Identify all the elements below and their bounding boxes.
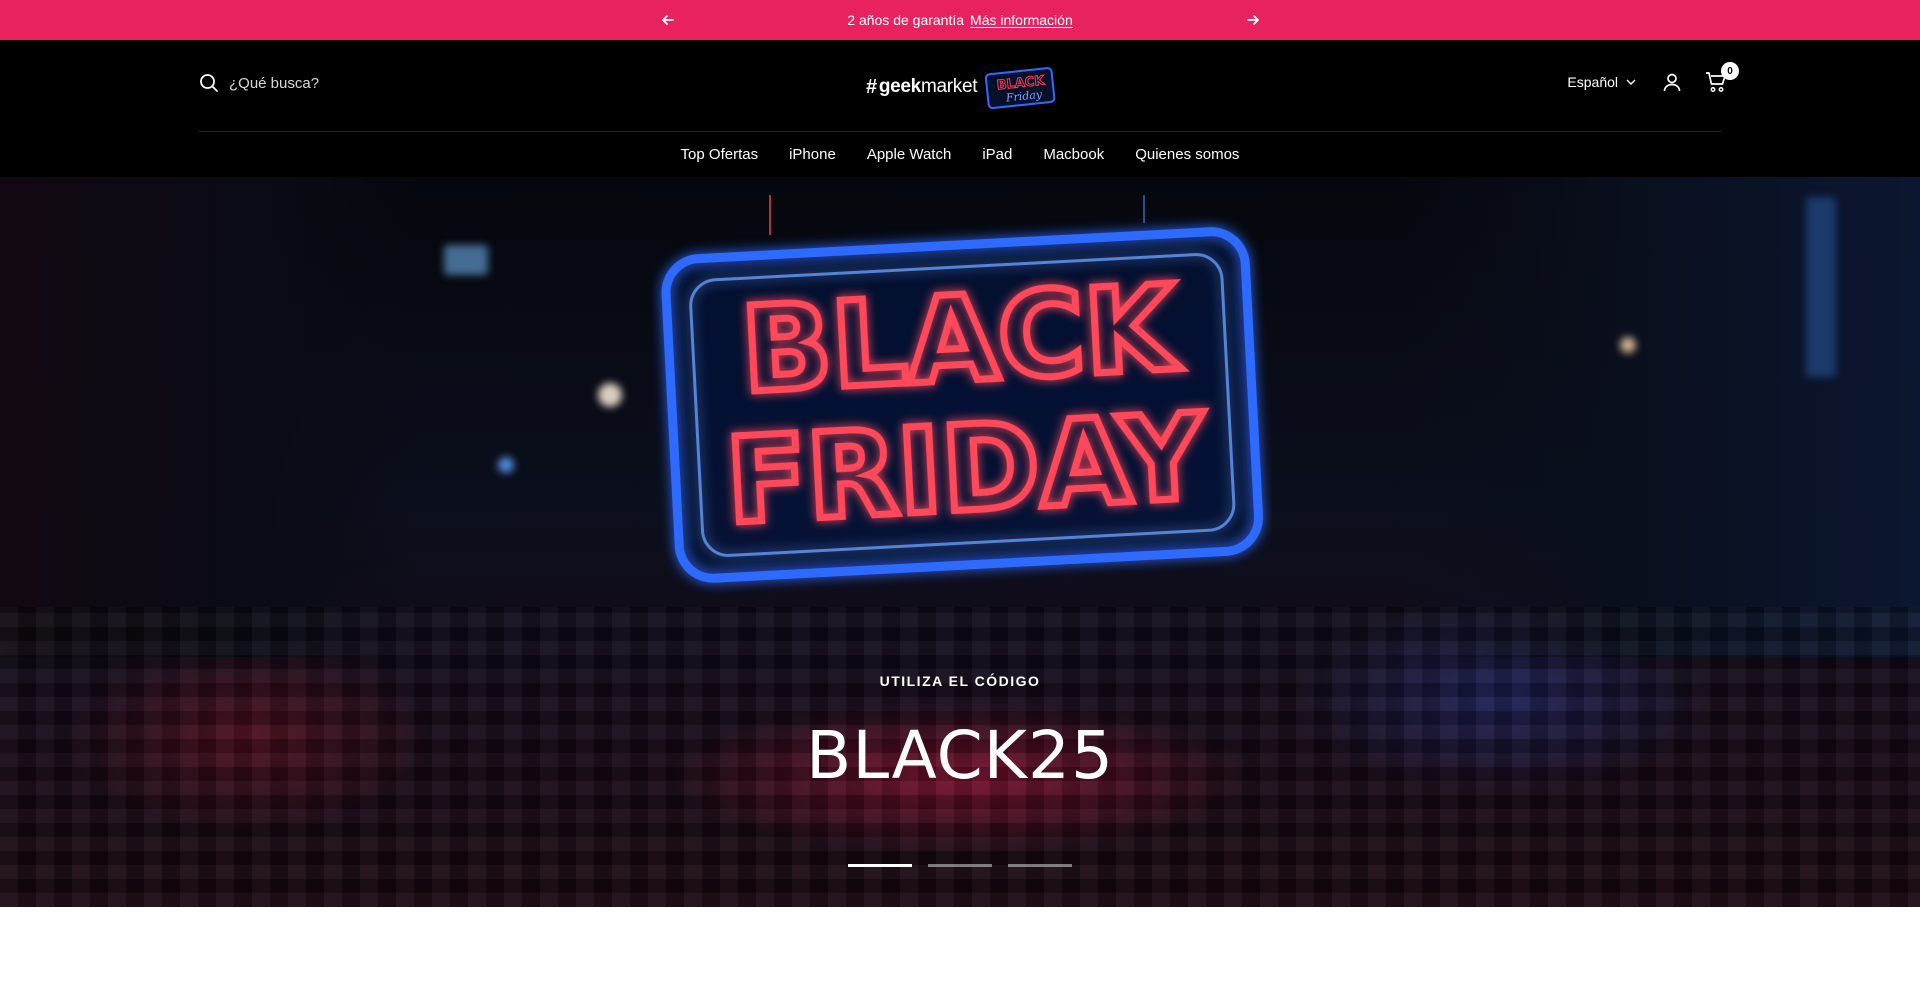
logo-brand-bold: geek [878, 76, 921, 97]
logo-brand-light: market [920, 76, 978, 97]
search-icon [200, 74, 218, 92]
slide-dot-3[interactable] [1008, 864, 1072, 867]
black-friday-tag-icon: BLACK Friday [985, 67, 1056, 109]
hero-background-left [0, 177, 420, 657]
slide-dot-2[interactable] [928, 864, 992, 867]
chevron-down-icon [1626, 79, 1636, 85]
nav-item-ipad[interactable]: iPad [982, 146, 1012, 163]
hero-bokeh-light [1620, 337, 1636, 353]
nav-item-iphone[interactable]: iPhone [789, 146, 836, 163]
cart-count-badge: 0 [1721, 62, 1739, 80]
nav-item-apple-watch[interactable]: Apple Watch [867, 146, 952, 163]
language-selector[interactable]: Español [1567, 74, 1636, 90]
search-bar[interactable]: ¿Qué busca? [199, 73, 319, 93]
arrow-right-icon [1247, 15, 1259, 25]
hero-headline: BLACK25 [806, 717, 1114, 794]
logo-wordmark: # geek market [866, 75, 978, 99]
search-input[interactable]: ¿Qué busca? [229, 75, 319, 92]
hero-eyebrow: UTILIZA EL CÓDIGO [879, 673, 1041, 689]
site-header: ¿Qué busca? # geek market BLACK Friday E… [0, 40, 1920, 177]
main-navigation: Top Ofertas iPhone Apple Watch iPad Macb… [0, 132, 1920, 177]
slide-dot-1[interactable] [848, 864, 912, 867]
language-label: Español [1567, 74, 1618, 90]
account-button[interactable] [1660, 70, 1684, 94]
announcement-next-button[interactable] [1243, 10, 1263, 30]
sign-line2: FRIDAY [723, 387, 1210, 550]
nav-item-macbook[interactable]: Macbook [1043, 146, 1104, 163]
hero-background-right [1400, 177, 1920, 657]
user-icon [1663, 73, 1681, 92]
hero-bokeh-light [498, 457, 514, 473]
nav-item-top-ofertas[interactable]: Top Ofertas [681, 146, 759, 163]
announcement-link[interactable]: Más información [970, 12, 1073, 28]
header-actions: Español 0 [1567, 62, 1739, 94]
announcement-prev-button[interactable] [658, 10, 678, 30]
announcement-bar: 2 años de garantía Más información [0, 0, 1920, 40]
cart-button[interactable]: 0 [1704, 62, 1739, 94]
nav-item-quienes-somos[interactable]: Quienes somos [1135, 146, 1239, 163]
hero-slideshow[interactable]: BLACK FRIDAY UTILIZA EL CÓDIGO BLACK25 [0, 177, 1920, 907]
announcement-text-group: 2 años de garantía Más información [847, 12, 1072, 28]
black-friday-neon-sign: BLACK FRIDAY [661, 195, 1264, 583]
hero-bokeh-light [598, 383, 622, 407]
site-logo[interactable]: # geek market BLACK Friday [866, 62, 1062, 112]
slideshow-pagination [848, 864, 1072, 867]
page-content-below [0, 907, 1920, 993]
arrow-left-icon [662, 15, 674, 25]
announcement-text: 2 años de garantía [847, 12, 965, 28]
logo-hash: # [866, 75, 877, 98]
hero-bokeh-light [1806, 197, 1836, 377]
hero-bokeh-light [444, 245, 488, 275]
